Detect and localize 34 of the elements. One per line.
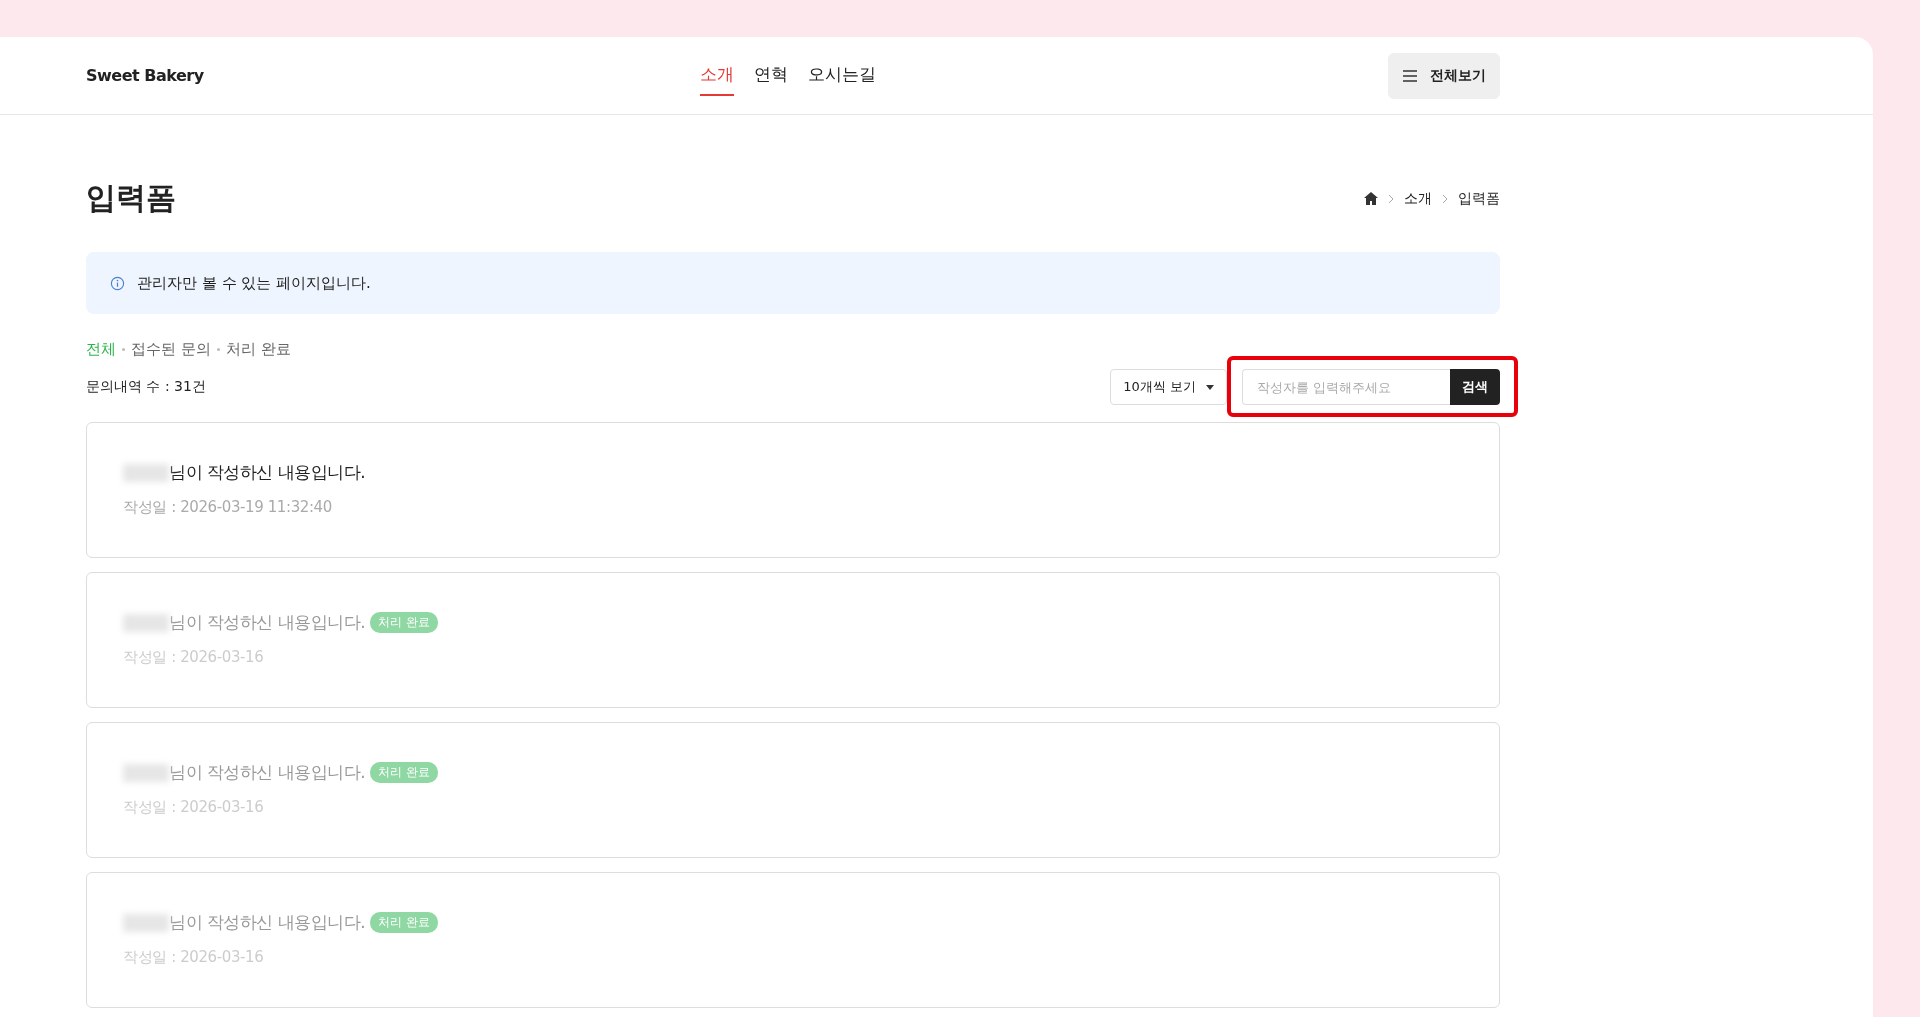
status-badge: 처리 완료 bbox=[370, 612, 439, 633]
post-text: 님이 작성하신 내용입니다. bbox=[169, 611, 366, 634]
post-text: 님이 작성하신 내용입니다. bbox=[169, 761, 366, 784]
breadcrumb-link[interactable]: 소개 bbox=[1404, 189, 1432, 208]
search-button[interactable]: 검색 bbox=[1450, 369, 1500, 405]
info-icon bbox=[110, 275, 125, 291]
filter-tab[interactable]: 처리 완료 bbox=[225, 340, 291, 359]
site-logo[interactable]: Sweet Bakery bbox=[86, 66, 306, 85]
post-text: 님이 작성하신 내용입니다. bbox=[169, 911, 366, 934]
breadcrumb-link[interactable]: 입력폼 bbox=[1458, 189, 1500, 208]
status-badge: 처리 완료 bbox=[370, 762, 439, 783]
redacted-name bbox=[123, 463, 169, 482]
post-date: 작성일 : 2026-03-19 11:32:40 bbox=[123, 498, 333, 517]
menu-button[interactable]: 전체보기 bbox=[1388, 52, 1500, 99]
post-text: 님이 작성하신 내용입니다. bbox=[169, 461, 366, 484]
page-size-dropdown[interactable]: 10개씩 보기 bbox=[1110, 369, 1227, 405]
redacted-name bbox=[123, 913, 169, 932]
page-title: 입력폼 bbox=[86, 179, 176, 217]
nav-link[interactable]: 오시는길 bbox=[808, 55, 876, 96]
chevron-icon bbox=[1442, 193, 1448, 204]
redacted-name bbox=[123, 613, 169, 632]
filter-tab[interactable]: 접수된 문의 bbox=[131, 340, 211, 359]
nav-link[interactable]: 연혁 bbox=[754, 55, 788, 96]
post-card[interactable]: 님이 작성하신 내용입니다. 작성일 : 2026-03-19 11:32:40 bbox=[86, 422, 1500, 558]
caret-icon bbox=[1206, 384, 1214, 390]
status-badge: 처리 완료 bbox=[370, 912, 439, 933]
home-icon[interactable] bbox=[1364, 192, 1378, 205]
result-count: 문의내역 수 : 31건 bbox=[86, 378, 206, 396]
redacted-name bbox=[123, 763, 169, 782]
chevron-icon bbox=[1388, 193, 1394, 204]
notice-text: 관리자만 볼 수 있는 페이지입니다. bbox=[137, 273, 371, 293]
menu-icon bbox=[1402, 68, 1418, 83]
search-field[interactable]: 작성자를 입력해주세요 bbox=[1242, 369, 1450, 405]
nav-link[interactable]: 소개 bbox=[700, 55, 734, 96]
